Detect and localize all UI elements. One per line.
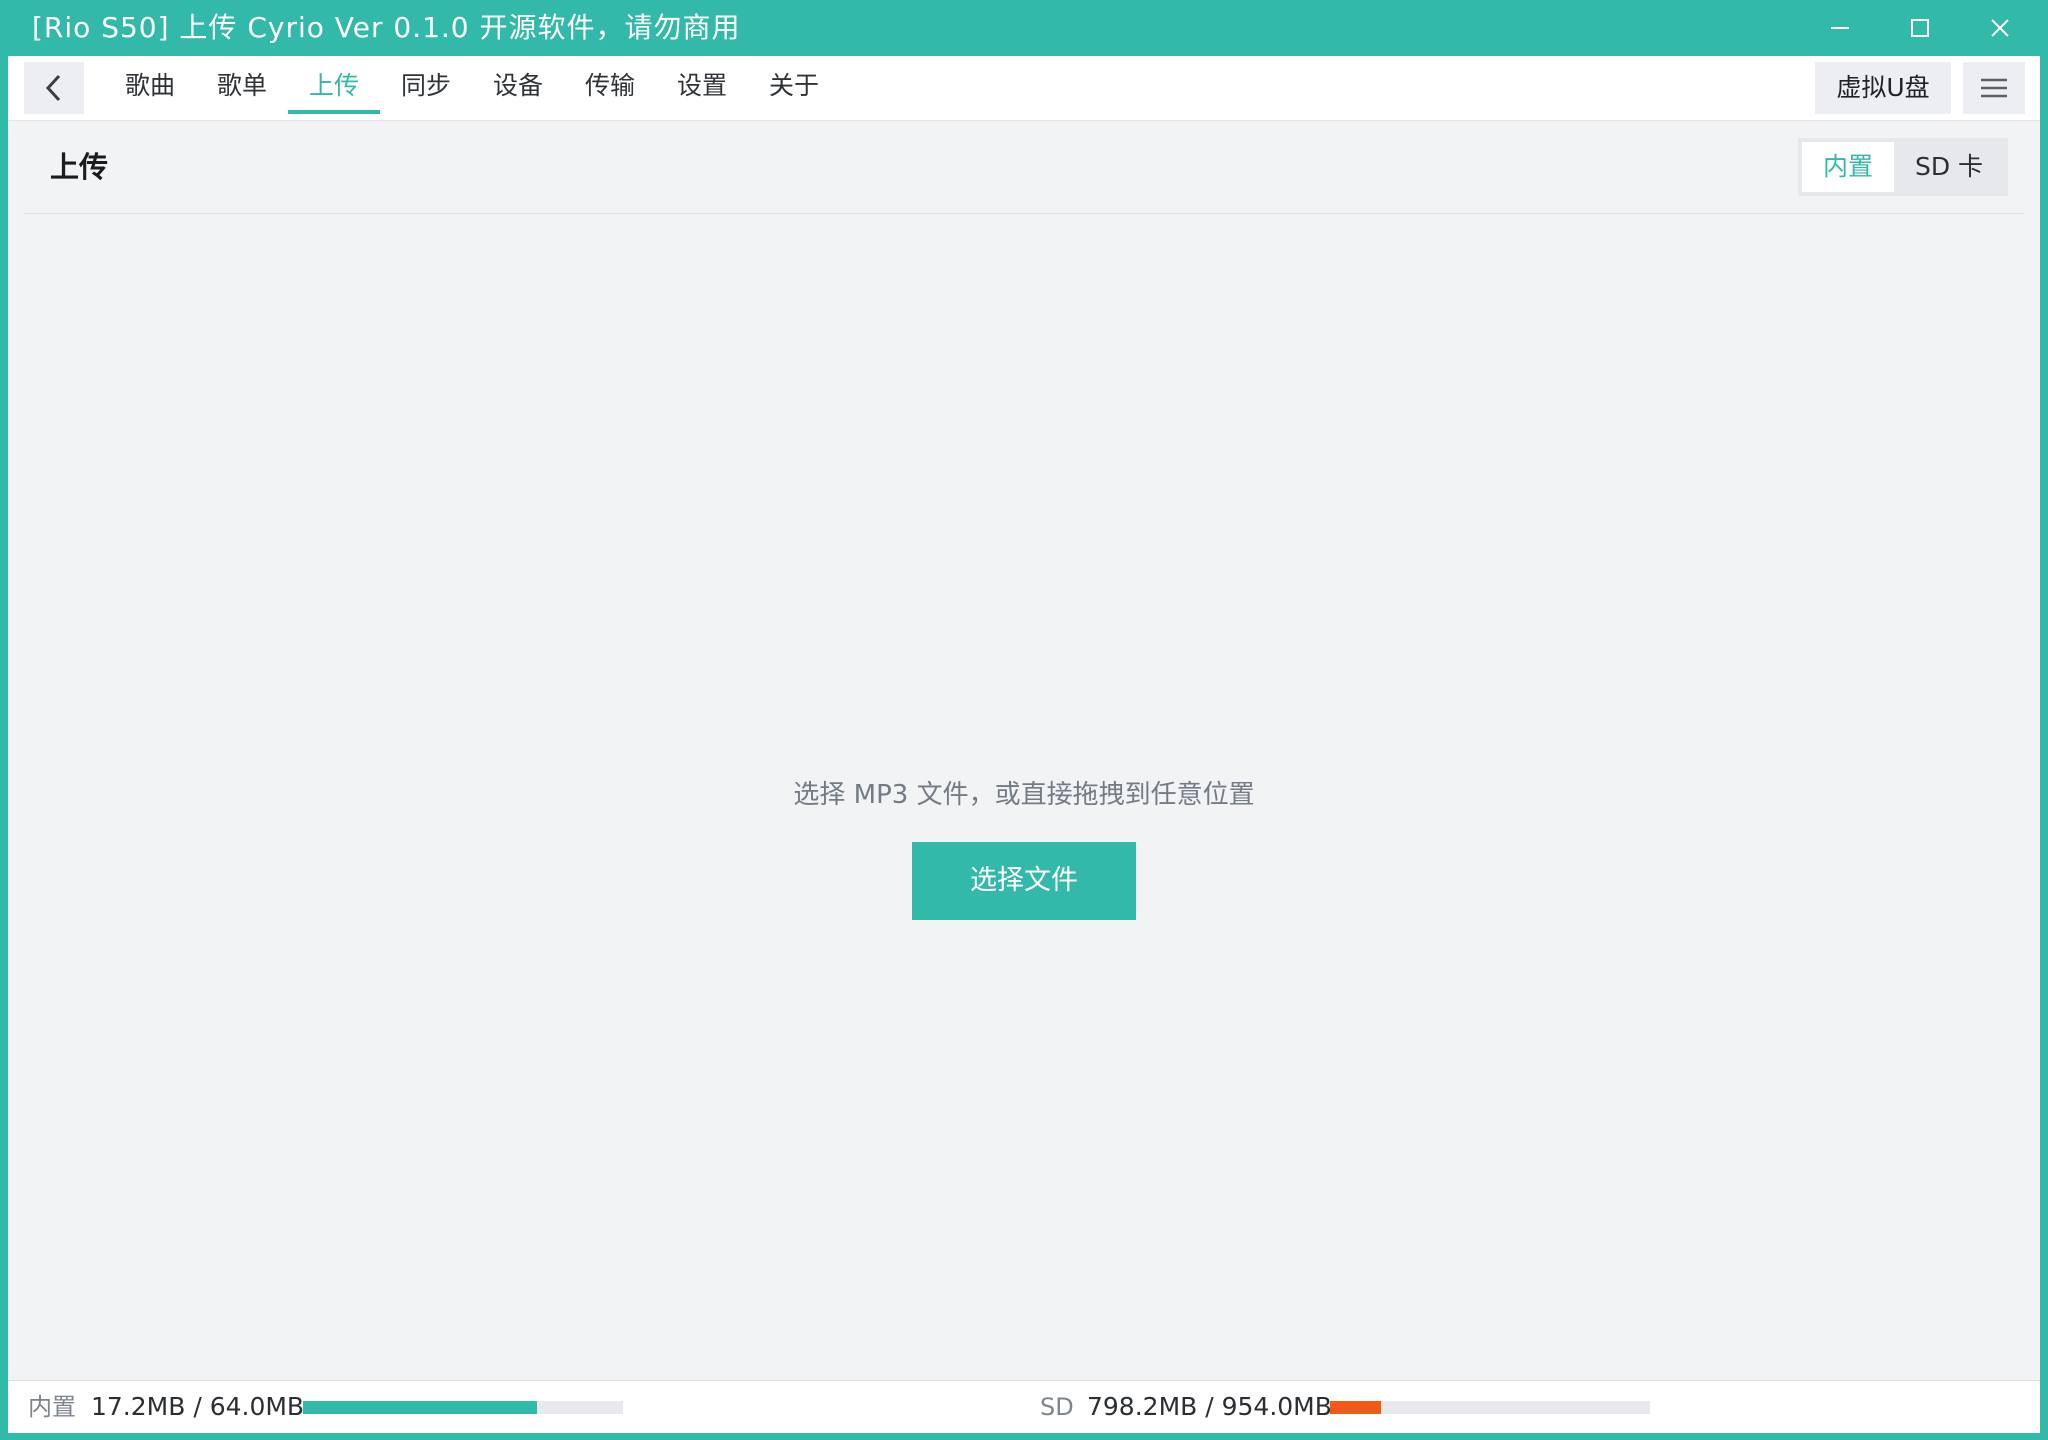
- toggle-sd-card[interactable]: SD 卡: [1894, 142, 2004, 192]
- internal-storage-bar-fill: [303, 1401, 537, 1414]
- upload-dropzone[interactable]: 选择 MP3 文件，或直接拖拽到任意位置 选择文件: [24, 214, 2024, 1374]
- client-area: 歌曲 歌单 上传 同步 设备 传输 设置 关于 虚拟U盘 上传 内置 SD 卡 …: [8, 56, 2040, 1433]
- maximize-button[interactable]: [1880, 0, 1960, 56]
- internal-storage-label: 内置: [28, 1393, 76, 1421]
- title-bar[interactable]: [Rio S50] 上传 Cyrio Ver 0.1.0 开源软件，请勿商用: [0, 0, 2048, 56]
- choose-file-button[interactable]: 选择文件: [912, 842, 1136, 920]
- virtual-disk-button[interactable]: 虚拟U盘: [1815, 62, 1951, 114]
- hamburger-menu-icon: [1981, 78, 2007, 98]
- window-title: [Rio S50] 上传 Cyrio Ver 0.1.0 开源软件，请勿商用: [32, 11, 741, 44]
- page-header: 上传 内置 SD 卡: [24, 121, 2024, 214]
- menu-button[interactable]: [1963, 62, 2025, 114]
- minimize-button[interactable]: [1800, 0, 1880, 56]
- back-button[interactable]: [24, 62, 84, 114]
- tab-sync[interactable]: 同步: [380, 56, 472, 120]
- tab-settings[interactable]: 设置: [656, 56, 748, 120]
- tab-upload[interactable]: 上传: [288, 56, 380, 120]
- tab-about[interactable]: 关于: [748, 56, 840, 120]
- app-window: [Rio S50] 上传 Cyrio Ver 0.1.0 开源软件，请勿商用 歌…: [0, 0, 2048, 1440]
- close-button[interactable]: [1960, 0, 2040, 56]
- page-title: 上传: [50, 150, 109, 184]
- sd-storage-usage: 798.2MB / 954.0MB: [1087, 1392, 1332, 1421]
- upload-hint: 选择 MP3 文件，或直接拖拽到任意位置: [793, 780, 1255, 810]
- sd-storage-label: SD: [1040, 1393, 1074, 1421]
- toggle-internal[interactable]: 内置: [1802, 142, 1894, 192]
- status-bar: 内置 17.2MB / 64.0MB SD 798.2MB / 954.0MB: [8, 1380, 2040, 1433]
- tab-transfer[interactable]: 传输: [564, 56, 656, 120]
- tab-playlists[interactable]: 歌单: [196, 56, 288, 120]
- internal-storage-usage: 17.2MB / 64.0MB: [91, 1392, 305, 1421]
- tab-songs[interactable]: 歌曲: [104, 56, 196, 120]
- nav-bar: 歌曲 歌单 上传 同步 设备 传输 设置 关于 虚拟U盘: [8, 56, 2040, 121]
- tab-device[interactable]: 设备: [472, 56, 564, 120]
- chevron-left-icon: [45, 74, 61, 102]
- internal-storage-bar: [303, 1401, 623, 1414]
- sd-storage-bar: [1330, 1401, 1650, 1414]
- sd-storage-bar-fill: [1330, 1401, 1382, 1414]
- close-icon: [1991, 19, 2009, 37]
- nav-tabs: 歌曲 歌单 上传 同步 设备 传输 设置 关于: [104, 56, 840, 120]
- minimize-icon: [1831, 27, 1849, 29]
- maximize-icon: [1911, 19, 1929, 37]
- storage-toggle: 内置 SD 卡: [1798, 138, 2008, 196]
